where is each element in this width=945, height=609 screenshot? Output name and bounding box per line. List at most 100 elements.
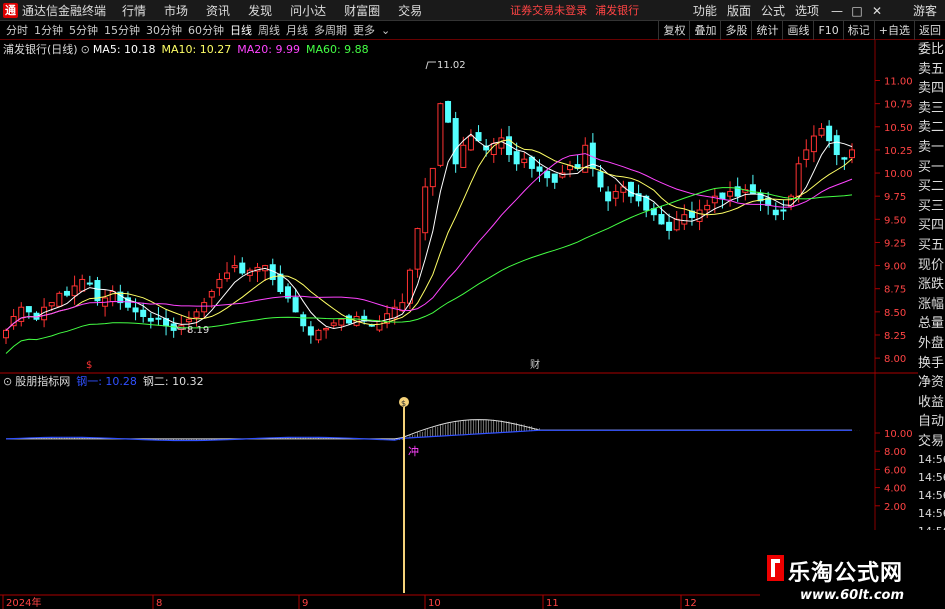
side-item[interactable]: 卖三 bbox=[918, 99, 945, 119]
price-tick-label: 9.75 bbox=[884, 192, 906, 203]
side-item[interactable]: 委比 bbox=[918, 40, 945, 60]
side-item[interactable]: 外盘 bbox=[918, 334, 945, 354]
settings-circle-icon[interactable]: ⊙ bbox=[81, 43, 90, 56]
side-item[interactable]: 收益 bbox=[918, 393, 945, 413]
login-notice[interactable]: 证券交易未登录 bbox=[510, 2, 587, 18]
menu-quotes[interactable]: 行情 bbox=[122, 2, 146, 19]
indicator-tick-label: 4.00 bbox=[884, 484, 906, 495]
side-item[interactable]: 卖二 bbox=[918, 118, 945, 138]
period-weekly[interactable]: 周线 bbox=[258, 22, 280, 38]
time-tick-label: 10 bbox=[428, 598, 441, 609]
period-more[interactable]: 更多 bbox=[353, 22, 375, 38]
side-item[interactable]: 卖四 bbox=[918, 79, 945, 99]
menu-wealth[interactable]: 财富圈 bbox=[344, 2, 380, 19]
settings-circle-icon[interactable]: ⊙ bbox=[3, 375, 12, 388]
tool-restore-rights[interactable]: 复权 bbox=[658, 21, 689, 40]
period-multi[interactable]: 多周期 bbox=[314, 22, 347, 38]
candle-body bbox=[292, 297, 299, 313]
indicator-name[interactable]: 股朋指标网 bbox=[15, 373, 70, 389]
title-bar: 通 通达信金融终端 行情 市场 资讯 发现 问小达 财富圈 交易 证券交易未登录… bbox=[0, 0, 945, 21]
candle-body bbox=[224, 272, 231, 280]
menu-trade[interactable]: 交易 bbox=[398, 2, 422, 19]
candle-body bbox=[147, 317, 154, 322]
menu-market[interactable]: 市场 bbox=[164, 2, 188, 19]
tool-back[interactable]: 返回 bbox=[914, 21, 945, 40]
candle-body bbox=[109, 290, 116, 302]
side-item[interactable]: 买四 bbox=[918, 216, 945, 236]
finance-marker[interactable]: 财 bbox=[530, 358, 540, 371]
price-tick-label: 8.00 bbox=[884, 354, 906, 365]
close-button[interactable]: ✕ bbox=[869, 4, 885, 18]
side-item[interactable]: 买五 bbox=[918, 236, 945, 256]
side-item[interactable]: 总量 bbox=[918, 314, 945, 334]
watermark-url: www.60lt.com bbox=[800, 588, 905, 603]
tool-mark[interactable]: 标记 bbox=[842, 21, 874, 40]
kline-chart[interactable]: 11.00 10.75 10.50 10.25 10.00 9.75 9.50 9.25 9.0… bbox=[0, 40, 918, 609]
period-15min[interactable]: 15分钟 bbox=[104, 22, 140, 38]
dividend-marker[interactable]: $ bbox=[86, 360, 92, 371]
candle-body bbox=[849, 149, 855, 159]
candle-body bbox=[155, 317, 162, 320]
notice-stock[interactable]: 浦发银行 bbox=[595, 2, 639, 18]
candle-body bbox=[239, 262, 246, 274]
tool-draw[interactable]: 画线 bbox=[782, 21, 813, 40]
time-tick-label: 9 bbox=[302, 598, 308, 609]
price-tick-label: 8.75 bbox=[884, 285, 906, 296]
menu-news[interactable]: 资讯 bbox=[206, 2, 230, 19]
period-monthly[interactable]: 月线 bbox=[286, 22, 308, 38]
candle-body bbox=[460, 144, 467, 168]
period-60min[interactable]: 60分钟 bbox=[188, 22, 224, 38]
period-1min[interactable]: 1分钟 bbox=[34, 22, 63, 38]
candle-body bbox=[666, 221, 673, 231]
menu-function[interactable]: 功能 bbox=[693, 2, 717, 19]
menu-formula[interactable]: 公式 bbox=[761, 2, 785, 19]
guest-label[interactable]: 游客 bbox=[913, 2, 937, 19]
side-item[interactable]: 现价 bbox=[918, 256, 945, 276]
price-tick-label: 10.00 bbox=[884, 169, 913, 180]
period-5min[interactable]: 5分钟 bbox=[69, 22, 98, 38]
tool-multi-stock[interactable]: 多股 bbox=[720, 21, 751, 40]
price-tick-label: 10.50 bbox=[884, 123, 913, 134]
tool-overlay[interactable]: 叠加 bbox=[689, 21, 720, 40]
side-item[interactable]: 交易 bbox=[918, 432, 945, 452]
price-tick-label: 10.75 bbox=[884, 100, 913, 111]
side-item[interactable]: 14:56 bbox=[918, 469, 945, 487]
side-item[interactable]: 卖一 bbox=[918, 138, 945, 158]
candle-body bbox=[201, 302, 208, 313]
menu-discover[interactable]: 发现 bbox=[248, 2, 272, 19]
candle-body bbox=[612, 191, 619, 199]
candle-body bbox=[467, 135, 474, 151]
side-item[interactable]: 涨幅 bbox=[918, 295, 945, 315]
minimize-button[interactable]: — bbox=[829, 4, 845, 18]
candle-body bbox=[140, 309, 147, 317]
side-item[interactable]: 净资 bbox=[918, 373, 945, 393]
watermark-logo-icon bbox=[767, 555, 784, 581]
side-item[interactable]: 14:56 bbox=[918, 451, 945, 469]
candle-body bbox=[330, 322, 337, 326]
chevron-down-icon[interactable]: ⌄ bbox=[381, 24, 390, 37]
side-item[interactable]: 14:56 bbox=[918, 487, 945, 505]
price-tick-label: 8.25 bbox=[884, 331, 906, 342]
period-30min[interactable]: 30分钟 bbox=[146, 22, 182, 38]
side-item[interactable]: 换手 bbox=[918, 354, 945, 374]
menu-layout[interactable]: 版面 bbox=[727, 2, 751, 19]
menu-options[interactable]: 选项 bbox=[795, 2, 819, 19]
period-intraday[interactable]: 分时 bbox=[6, 22, 28, 38]
stock-label[interactable]: 浦发银行(日线) bbox=[3, 41, 78, 57]
candle-body bbox=[193, 311, 200, 318]
side-item[interactable]: 涨跌 bbox=[918, 275, 945, 295]
candle-body bbox=[795, 163, 802, 197]
tool-f10[interactable]: F10 bbox=[813, 21, 842, 40]
side-item[interactable]: 卖五 bbox=[918, 60, 945, 80]
menu-ask[interactable]: 问小达 bbox=[290, 2, 326, 19]
tool-add-favorite[interactable]: +自选 bbox=[873, 21, 914, 40]
side-item[interactable]: 自动 bbox=[918, 412, 945, 432]
side-item[interactable]: 买三 bbox=[918, 197, 945, 217]
maximize-button[interactable]: □ bbox=[849, 4, 865, 18]
period-daily[interactable]: 日线 bbox=[230, 22, 252, 38]
indicator-tick-label: 6.00 bbox=[884, 465, 906, 476]
side-item[interactable]: 14:56 bbox=[918, 505, 945, 523]
tool-statistics[interactable]: 统计 bbox=[751, 21, 782, 40]
side-item[interactable]: 买一 bbox=[918, 158, 945, 178]
side-item[interactable]: 买二 bbox=[918, 177, 945, 197]
